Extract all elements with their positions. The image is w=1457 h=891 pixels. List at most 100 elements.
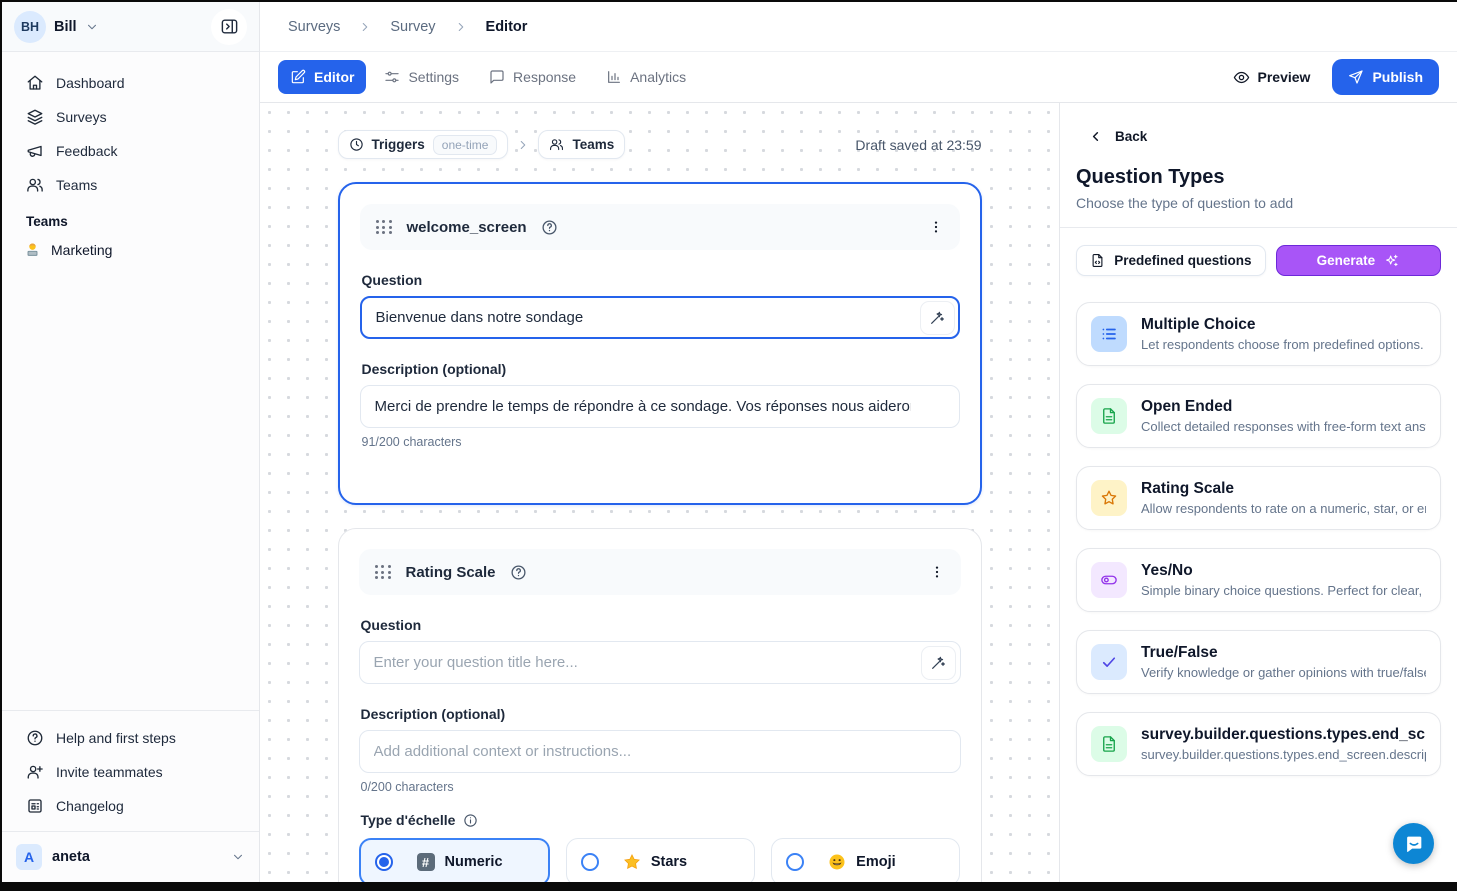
question-type-description: Collect detailed responses with free-for… — [1141, 419, 1426, 434]
scale-option-emoji[interactable]: Emoji — [771, 838, 960, 882]
chevron-down-icon — [231, 850, 245, 864]
tab-label: Analytics — [630, 69, 686, 85]
tab-analytics[interactable]: Analytics — [594, 60, 698, 94]
sidebar-item-team-marketing[interactable]: Marketing — [2, 233, 259, 266]
clock-icon — [349, 137, 364, 152]
sidebar-item-changelog[interactable]: Changelog — [12, 789, 249, 823]
question-type-end-screen[interactable]: survey.builder.questions.types.end_scr..… — [1076, 712, 1441, 776]
publish-button[interactable]: Publish — [1332, 59, 1439, 95]
sidebar-item-label: Teams — [56, 177, 97, 193]
question-type-rating-scale[interactable]: Rating Scale Allow respondents to rate o… — [1076, 466, 1441, 530]
breadcrumb: Surveys Survey Editor — [260, 2, 1457, 52]
chevron-down-icon[interactable] — [85, 20, 99, 34]
chevron-right-icon — [516, 138, 530, 152]
scale-option-stars[interactable]: Stars — [566, 838, 755, 882]
send-icon — [1348, 69, 1364, 85]
question-type-true-false[interactable]: True/False Verify knowledge or gather op… — [1076, 630, 1441, 694]
sliders-icon — [384, 69, 400, 85]
question-types-panel: Back Question Types Choose the type of q… — [1059, 103, 1457, 882]
smiley-emoji-icon — [828, 853, 846, 871]
kebab-menu-icon[interactable] — [928, 219, 944, 235]
sidebar-item-invite[interactable]: Invite teammates — [12, 755, 249, 789]
question-type-open-ended[interactable]: Open Ended Collect detailed responses wi… — [1076, 384, 1441, 448]
user-avatar[interactable]: BH — [14, 11, 46, 43]
toggle-icon — [1091, 562, 1127, 598]
sidebar-collapse-button[interactable] — [211, 9, 247, 45]
tab-settings[interactable]: Settings — [372, 60, 471, 94]
question-type-yes-no[interactable]: Yes/No Simple binary choice questions. P… — [1076, 548, 1441, 612]
preview-button[interactable]: Preview — [1221, 60, 1323, 94]
kebab-menu-icon[interactable] — [929, 564, 945, 580]
team-label: Marketing — [51, 242, 112, 258]
char-count: 91/200 characters — [362, 435, 958, 449]
canvas-toolbar: Triggers one-time Teams Draft sav — [338, 130, 982, 159]
megaphone-icon — [26, 142, 44, 160]
question-title-input[interactable] — [359, 641, 961, 684]
breadcrumb-surveys[interactable]: Surveys — [288, 19, 340, 35]
survey-editor-app: BH Bill Dashboard Surv — [2, 2, 1457, 882]
user-plus-icon — [26, 763, 44, 781]
scale-option-numeric[interactable]: # Numeric — [359, 838, 550, 882]
question-type-description: Allow respondents to rate on a numeric, … — [1141, 501, 1426, 516]
question-card-welcome-screen[interactable]: welcome_screen Question — [338, 182, 982, 505]
predefined-questions-label: Predefined questions — [1114, 253, 1251, 268]
chevron-right-icon — [454, 20, 468, 34]
star-emoji-icon — [623, 853, 641, 871]
sidebar-item-feedback[interactable]: Feedback — [12, 134, 249, 168]
drag-handle-icon[interactable] — [376, 220, 393, 234]
generate-label: Generate — [1317, 253, 1376, 268]
user-name[interactable]: Bill — [54, 19, 77, 35]
star-icon — [1091, 480, 1127, 516]
help-circle-icon[interactable] — [510, 564, 527, 581]
sidebar-item-teams[interactable]: Teams — [12, 168, 249, 202]
footer-item-label: Invite teammates — [56, 764, 163, 780]
tab-label: Settings — [408, 69, 459, 85]
main-area: Surveys Survey Editor Editor Setting — [260, 2, 1457, 882]
teams-chip[interactable]: Teams — [538, 130, 625, 159]
tab-label: Response — [513, 69, 576, 85]
question-card-rating-scale[interactable]: Rating Scale Question — [338, 528, 982, 882]
trigger-type-badge: one-time — [433, 135, 498, 155]
back-button[interactable]: Back — [1060, 103, 1457, 144]
chat-widget-button[interactable] — [1393, 823, 1434, 864]
help-circle-icon[interactable] — [541, 219, 558, 236]
generate-button[interactable]: Generate — [1276, 245, 1441, 276]
panel-collapse-icon — [220, 17, 239, 36]
predefined-questions-button[interactable]: Predefined questions — [1076, 245, 1266, 276]
question-type-description: survey.builder.questions.types.end_scree… — [1141, 747, 1426, 762]
question-title-input[interactable] — [360, 296, 960, 339]
info-icon[interactable] — [463, 813, 478, 828]
magic-wand-icon[interactable] — [920, 301, 955, 335]
home-icon — [26, 74, 44, 92]
preview-label: Preview — [1258, 69, 1311, 85]
question-type-title: True/False — [1141, 644, 1426, 662]
sidebar-item-dashboard[interactable]: Dashboard — [12, 66, 249, 100]
sidebar-item-surveys[interactable]: Surveys — [12, 100, 249, 134]
sidebar-item-help[interactable]: Help and first steps — [12, 721, 249, 755]
back-label: Back — [1115, 129, 1147, 144]
description-input[interactable] — [360, 385, 960, 428]
question-label: Question — [362, 272, 958, 288]
sidebar-nav: Dashboard Surveys Feedback Teams — [2, 52, 259, 202]
question-card-header[interactable]: Rating Scale — [359, 549, 961, 595]
triggers-chip[interactable]: Triggers one-time — [338, 130, 509, 159]
chevron-right-icon — [358, 20, 372, 34]
question-card-header[interactable]: welcome_screen — [360, 204, 960, 250]
question-type-multiple-choice[interactable]: Multiple Choice Let respondents choose f… — [1076, 302, 1441, 366]
description-input[interactable] — [359, 730, 961, 773]
tab-response[interactable]: Response — [477, 60, 588, 94]
panel-actions: Predefined questions Generate — [1060, 228, 1457, 286]
org-name: aneta — [52, 849, 90, 865]
magic-wand-icon[interactable] — [921, 646, 956, 680]
breadcrumb-survey[interactable]: Survey — [390, 19, 435, 35]
technologist-emoji — [24, 241, 41, 258]
document-icon — [1091, 726, 1127, 762]
tab-editor[interactable]: Editor — [278, 60, 366, 94]
tab-label: Editor — [314, 69, 354, 85]
sidebar: BH Bill Dashboard Surv — [2, 2, 260, 882]
question-type-description: Let respondents choose from predefined o… — [1141, 337, 1426, 352]
footer-item-label: Changelog — [56, 798, 124, 814]
drag-handle-icon[interactable] — [375, 565, 392, 579]
org-switcher[interactable]: A aneta — [2, 831, 259, 882]
question-card-title: Rating Scale — [406, 564, 496, 581]
